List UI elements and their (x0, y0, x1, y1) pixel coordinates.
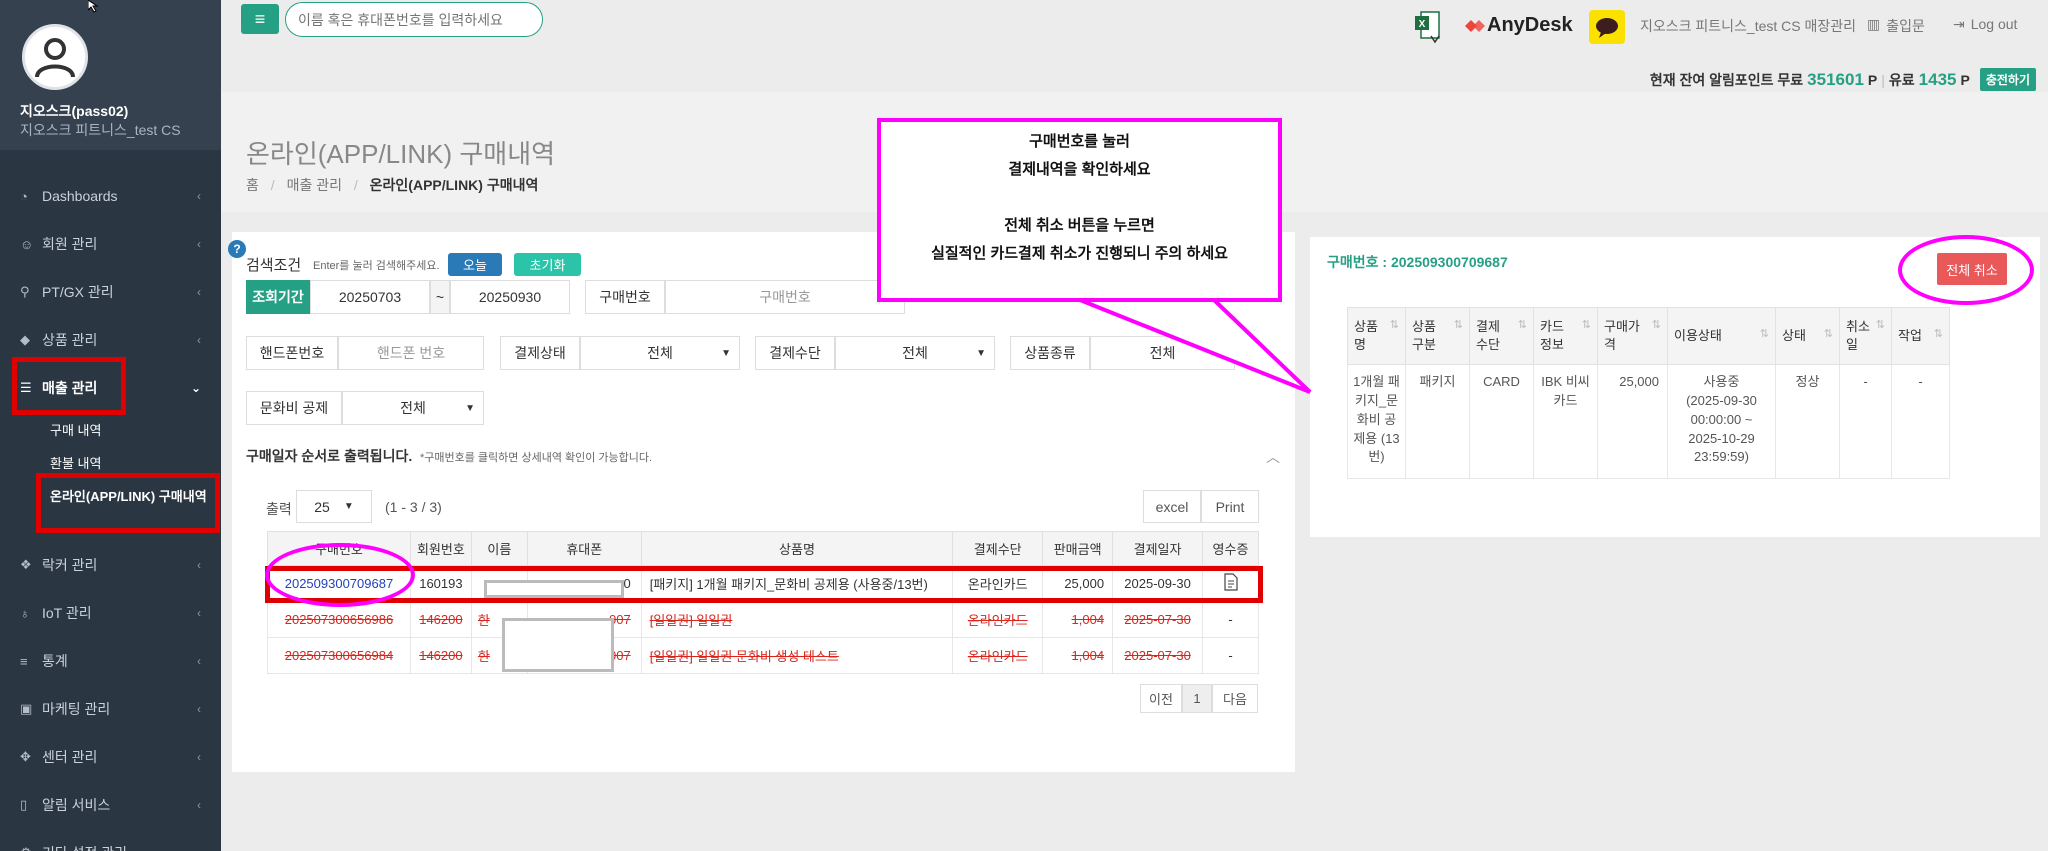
annotation-ellipse-order-no (265, 543, 415, 607)
cursor-icon (88, 0, 99, 13)
annotation-ellipse-cancel (1898, 235, 2034, 305)
annotation-callout: 구매번호를 눌러 결제내역을 확인하세요 전체 취소 버튼을 누르면 실질적인 … (877, 118, 1282, 302)
